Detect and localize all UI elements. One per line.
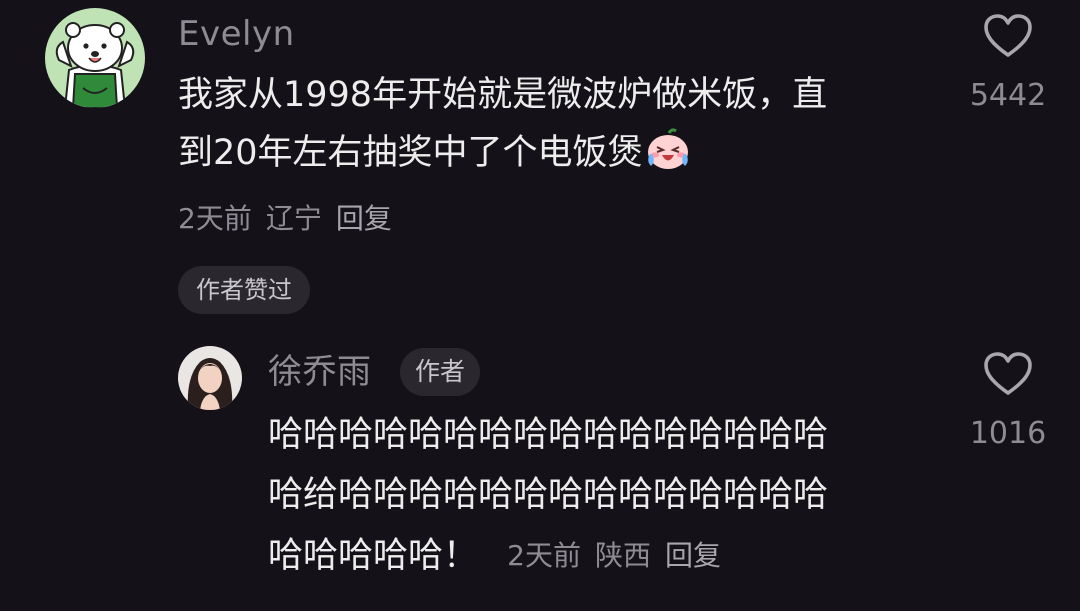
reply-reply-button[interactable]: 回复: [665, 539, 721, 573]
author-tag: 作者: [400, 348, 481, 396]
avatar-author[interactable]: [178, 346, 242, 410]
comment-username[interactable]: Evelyn: [178, 14, 295, 54]
reply-text-line-1: 哈哈哈哈哈哈哈哈哈哈哈哈哈哈哈哈: [268, 415, 829, 455]
comment-meta: 2天前 辽宁 回复: [178, 202, 406, 236]
heart-icon[interactable]: [983, 352, 1033, 396]
comment-like-area: 5442: [958, 14, 1058, 114]
comment-text-line-2: 到20年左右抽奖中了个电饭煲: [178, 124, 691, 188]
crying-laughing-face-icon: [645, 128, 691, 188]
reply-text-line-3: 哈哈哈哈哈！ 2天前 陕西 回复: [268, 527, 735, 585]
reply-meta: 2天前 陕西 回复: [507, 539, 735, 572]
comment-reply-button[interactable]: 回复: [336, 202, 392, 236]
reply-like-area: 1016: [958, 352, 1058, 452]
reply-time: 2天前: [507, 539, 581, 572]
author-liked-badge: 作者赞过: [178, 266, 310, 314]
avatar-evelyn[interactable]: [45, 8, 145, 108]
heart-icon[interactable]: [983, 14, 1033, 58]
reply-text-line-2: 哈给哈哈哈哈哈哈哈哈哈哈哈哈哈哈: [268, 475, 829, 515]
comment-location: 辽宁: [265, 202, 322, 235]
comment-text-line-2-text: 到20年左右抽奖中了个电饭煲: [178, 133, 643, 173]
bear-avatar-icon: [45, 8, 145, 108]
reply-username[interactable]: 徐乔雨: [268, 352, 372, 392]
comment-like-count: 5442: [969, 78, 1047, 113]
comment-text-line-1: 我家从1998年开始就是微波炉做米饭，直: [178, 75, 828, 115]
reply-like-count: 1016: [969, 416, 1047, 451]
reply-location: 陕西: [594, 539, 651, 572]
reply-text-line-3-text: 哈哈哈哈哈！: [268, 536, 479, 576]
comment-time: 2天前: [178, 202, 252, 235]
author-photo-icon: [178, 346, 242, 410]
